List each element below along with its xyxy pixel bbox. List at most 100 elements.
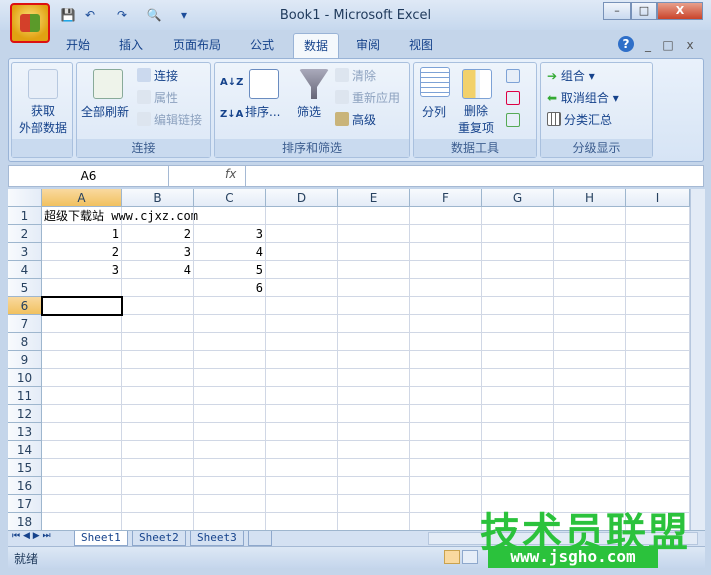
tab-insert[interactable]: 插入 (113, 33, 149, 58)
group-button[interactable]: ➔ 组合 ▾ (547, 67, 595, 84)
cell-B15[interactable] (122, 459, 194, 477)
cell-B14[interactable] (122, 441, 194, 459)
cell-A1[interactable]: 超级下载站 www.cjxz.com (42, 207, 198, 225)
cell-F15[interactable] (410, 459, 482, 477)
cell-G7[interactable] (482, 315, 554, 333)
cell-B10[interactable] (122, 369, 194, 387)
save-icon[interactable]: 💾 (60, 8, 76, 22)
cell-F8[interactable] (410, 333, 482, 351)
row-header-13[interactable]: 13 (8, 423, 42, 441)
cell-I9[interactable] (626, 351, 690, 369)
tab-page-layout[interactable]: 页面布局 (167, 33, 227, 58)
edit-links-button[interactable]: 编辑链接 (137, 111, 202, 128)
cell-D15[interactable] (266, 459, 338, 477)
cell-G4[interactable] (482, 261, 554, 279)
cell-I5[interactable] (626, 279, 690, 297)
cell-A17[interactable] (42, 495, 122, 513)
cell-D3[interactable] (266, 243, 338, 261)
subtotal-button[interactable]: 分类汇总 (547, 111, 612, 128)
cell-B11[interactable] (122, 387, 194, 405)
redo-icon[interactable]: ↷ (114, 8, 130, 22)
cell-A3[interactable]: 2 (42, 243, 122, 261)
cell-H12[interactable] (554, 405, 626, 423)
cell-C3[interactable]: 4 (194, 243, 266, 261)
cell-D6[interactable] (266, 297, 338, 315)
cell-G14[interactable] (482, 441, 554, 459)
sort-button[interactable]: 排序... (245, 103, 280, 120)
column-header-I[interactable]: I (626, 189, 690, 207)
cell-C12[interactable] (194, 405, 266, 423)
ungroup-button[interactable]: ⬅ 取消组合 ▾ (547, 89, 619, 106)
column-header-G[interactable]: G (482, 189, 554, 207)
cell-H4[interactable] (554, 261, 626, 279)
cell-B1[interactable] (122, 207, 194, 225)
refresh-all-button[interactable]: 全部刷新 (81, 103, 129, 120)
cell-D10[interactable] (266, 369, 338, 387)
cell-C8[interactable] (194, 333, 266, 351)
cell-B12[interactable] (122, 405, 194, 423)
row-header-7[interactable]: 7 (8, 315, 42, 333)
cell-D17[interactable] (266, 495, 338, 513)
cell-F6[interactable] (410, 297, 482, 315)
cell-A13[interactable] (42, 423, 122, 441)
cell-E13[interactable] (338, 423, 410, 441)
cell-I12[interactable] (626, 405, 690, 423)
cell-I1[interactable] (626, 207, 690, 225)
cell-I16[interactable] (626, 477, 690, 495)
customize-qat-icon[interactable]: ▾ (176, 8, 192, 22)
row-header-5[interactable]: 5 (8, 279, 42, 297)
cell-H2[interactable] (554, 225, 626, 243)
cell-F16[interactable] (410, 477, 482, 495)
advanced-button[interactable]: 高级 (335, 111, 376, 128)
cell-C4[interactable]: 5 (194, 261, 266, 279)
cell-F5[interactable] (410, 279, 482, 297)
cell-E15[interactable] (338, 459, 410, 477)
data-validation-icon[interactable] (506, 69, 520, 83)
ribbon-minimize-button[interactable]: _ (642, 33, 654, 58)
cell-F7[interactable] (410, 315, 482, 333)
cell-H15[interactable] (554, 459, 626, 477)
cell-E1[interactable] (338, 207, 410, 225)
cell-E12[interactable] (338, 405, 410, 423)
cell-E16[interactable] (338, 477, 410, 495)
cell-A6[interactable] (41, 296, 123, 316)
cell-F11[interactable] (410, 387, 482, 405)
cell-A4[interactable]: 3 (42, 261, 122, 279)
ribbon-restore-button[interactable]: □ (662, 33, 674, 58)
cell-H5[interactable] (554, 279, 626, 297)
cell-G10[interactable] (482, 369, 554, 387)
cell-C2[interactable]: 3 (194, 225, 266, 243)
close-button[interactable]: X (657, 2, 703, 20)
cell-E2[interactable] (338, 225, 410, 243)
cell-I4[interactable] (626, 261, 690, 279)
sheet-tab-sheet1[interactable]: Sheet1 (74, 531, 128, 546)
row-header-11[interactable]: 11 (8, 387, 42, 405)
row-header-6[interactable]: 6 (8, 297, 42, 315)
cell-G3[interactable] (482, 243, 554, 261)
cell-B7[interactable] (122, 315, 194, 333)
clear-button[interactable]: 清除 (335, 67, 376, 84)
cell-C10[interactable] (194, 369, 266, 387)
cell-D2[interactable] (266, 225, 338, 243)
cell-A5[interactable] (42, 279, 122, 297)
what-if-analysis-icon[interactable] (506, 113, 520, 127)
cell-F2[interactable] (410, 225, 482, 243)
cell-I13[interactable] (626, 423, 690, 441)
cell-I10[interactable] (626, 369, 690, 387)
undo-icon[interactable]: ↶ (82, 8, 98, 22)
row-header-15[interactable]: 15 (8, 459, 42, 477)
cell-D16[interactable] (266, 477, 338, 495)
cell-E17[interactable] (338, 495, 410, 513)
consolidate-icon[interactable] (506, 91, 520, 105)
cell-E9[interactable] (338, 351, 410, 369)
cell-I15[interactable] (626, 459, 690, 477)
reapply-button[interactable]: 重新应用 (335, 89, 400, 106)
row-header-2[interactable]: 2 (8, 225, 42, 243)
print-preview-icon[interactable]: 🔍 (146, 8, 162, 22)
cell-D11[interactable] (266, 387, 338, 405)
sheet-nav-buttons[interactable]: ⏮ ◀ ▶ ⏭ (12, 531, 51, 541)
cell-G5[interactable] (482, 279, 554, 297)
ribbon-close-button[interactable]: x (684, 33, 696, 58)
cell-D13[interactable] (266, 423, 338, 441)
cell-I6[interactable] (626, 297, 690, 315)
